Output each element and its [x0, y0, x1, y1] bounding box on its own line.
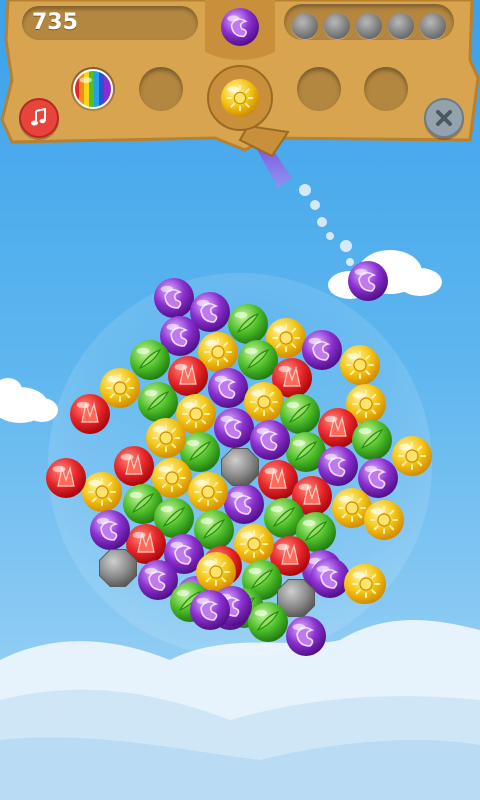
board-bubble: [221, 448, 259, 486]
board-bubble: [286, 616, 326, 656]
powerup-slot-empty[interactable]: [364, 67, 408, 111]
board-bubble: [188, 472, 228, 512]
board-bubble: [154, 278, 194, 318]
board-bubble: [114, 446, 154, 486]
board-bubble: [46, 458, 86, 498]
board-bubble: [340, 345, 380, 385]
top-hud: 735: [0, 0, 480, 188]
bubble-launcher[interactable]: [200, 60, 320, 190]
music-note-icon: [31, 108, 46, 126]
board-bubble: [130, 340, 170, 380]
board-bubble: [248, 602, 288, 642]
progress-dot: [324, 13, 350, 39]
board-bubble: [250, 420, 290, 460]
progress-dot: [388, 13, 414, 39]
score-value: 735: [32, 10, 78, 35]
board-bubble: [146, 418, 186, 458]
music-toggle-button[interactable]: [19, 98, 59, 138]
close-button[interactable]: [424, 98, 464, 138]
progress-dot: [420, 13, 446, 39]
board-bubble: [190, 590, 230, 630]
board-bubble: [208, 368, 248, 408]
board-bubble: [346, 564, 386, 604]
board-bubble: [302, 330, 342, 370]
board-bubble: [138, 382, 178, 422]
board-bubble: [238, 340, 278, 380]
board-bubble: [318, 408, 358, 448]
board-bubble: [228, 304, 268, 344]
aim-trail: [299, 184, 354, 266]
board-bubble: [82, 472, 122, 512]
progress-dot: [292, 13, 318, 39]
game-scene: 735: [0, 0, 480, 800]
board-bubble: [99, 549, 137, 587]
board-bubble: [310, 558, 350, 598]
board-bubble: [214, 408, 254, 448]
powerup-slot-empty[interactable]: [139, 67, 183, 111]
board-bubble: [352, 420, 392, 460]
progress-dot: [356, 13, 382, 39]
level-progress: [284, 4, 454, 40]
board-bubble: [258, 460, 298, 500]
board-bubble: [392, 436, 432, 476]
board-bubble: [70, 394, 110, 434]
powerup-slot-rainbow[interactable]: [71, 67, 115, 111]
board-bubble: [364, 500, 404, 540]
rainbow-bubble-icon: [73, 69, 113, 109]
close-icon: [436, 110, 452, 126]
flying-bubble: [348, 261, 388, 301]
board-bubble: [90, 510, 130, 550]
